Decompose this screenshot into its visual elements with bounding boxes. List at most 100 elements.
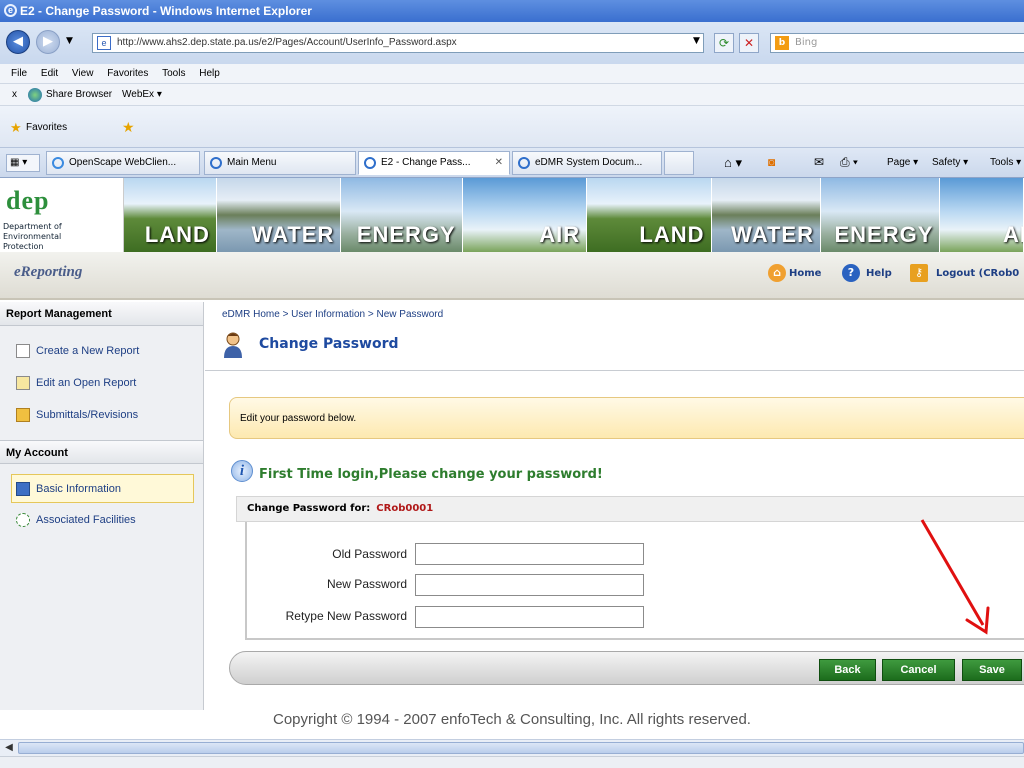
feeds-icon[interactable]: ◙ [768,155,775,169]
button-bar: Back Cancel Save [229,651,1024,685]
menu-bar: File Edit View Favorites Tools Help [0,64,1024,84]
retype-password-label: Retype New Password [285,609,407,623]
retype-password-field[interactable] [415,606,644,628]
change-password-for-bar: Change Password for: CRob0001 [236,496,1024,522]
safety-menu[interactable]: Safety ▾ [932,157,968,168]
facilities-icon [16,513,30,527]
menu-help[interactable]: Help [199,68,220,79]
help-link[interactable]: Help [866,268,892,279]
horizontal-scrollbar[interactable]: ◀ [0,739,1024,756]
banner-tile-energy-2: ENERGY [820,178,941,252]
forward-nav-icon[interactable]: ▶ [36,30,60,54]
new-password-field[interactable] [415,574,644,596]
favorites-star-icon: ★ [10,120,22,135]
menu-edit[interactable]: Edit [41,68,58,79]
sidebar-item-edit-report[interactable]: Edit an Open Report [16,375,136,391]
home-link[interactable]: Home [789,268,821,279]
user-id: CRob0001 [376,503,434,514]
quick-tabs-icon[interactable]: ▦ ▾ [6,154,40,172]
tab-main-menu[interactable]: Main Menu [204,151,356,175]
help-icon: ? [842,264,860,282]
dep-logo-text: dep [6,186,50,215]
tab-edmr-docs[interactable]: eDMR System Docum... [512,151,662,175]
address-url: http://www.ahs2.dep.state.pa.us/e2/Pages… [117,37,457,48]
logout-icon: ⚷ [910,264,928,282]
page-menu[interactable]: Page ▾ [887,157,918,168]
tab-openscape[interactable]: OpenScape WebClien... [46,151,200,175]
tab-icon [210,157,222,169]
share-browser-button[interactable]: Share Browser [46,84,112,106]
refresh-icon[interactable]: ⟳ [714,33,734,53]
window-title: E2 - Change Password - Windows Internet … [20,4,312,18]
old-password-label: Old Password [332,547,407,561]
password-form: Old Password New Password Retype New Pas… [245,522,1024,640]
search-input[interactable]: b Bing [770,33,1024,53]
links-toolbar: x Share Browser WebEx ▾ [0,84,1024,106]
app-header: eReporting ⌂ Home ? Help ⚷ Logout (CRob0 [0,252,1024,300]
add-favorite-icon[interactable]: ★ [122,119,135,136]
first-login-message: First Time login,Please change your pass… [259,467,603,482]
cancel-button[interactable]: Cancel [882,659,955,681]
sidebar-item-create-report[interactable]: Create a New Report [16,343,139,359]
bing-icon: b [775,36,789,50]
globe-icon [28,88,42,102]
breadcrumb[interactable]: eDMR Home > User Information > New Passw… [222,309,443,320]
new-tab-button[interactable] [664,151,694,175]
new-document-icon [16,344,30,358]
instruction-note: Edit your password below. [229,397,1024,439]
page-title: Change Password [259,336,399,352]
copyright-text: Copyright © 1994 - 2007 enfoTech & Consu… [273,711,751,728]
ie-icon: e [4,4,17,17]
address-input[interactable]: e http://www.ahs2.dep.state.pa.us/e2/Pag… [92,33,704,53]
banner-tile-land-2: LAND [587,178,712,252]
change-password-for-label: Change Password for: [247,503,371,514]
history-dropdown-icon[interactable]: ▼ [66,36,73,46]
tab-label: eDMR System Docum... [535,157,643,168]
banner-tile-energy: ENERGY [341,178,463,252]
print-icon[interactable]: ⎙ ▾ [840,155,858,170]
banner-tile-air-2: AI [940,178,1024,252]
tab-close-icon[interactable]: ✕ [495,152,503,174]
menu-view[interactable]: View [72,68,94,79]
menu-tools[interactable]: Tools [162,68,185,79]
mail-icon[interactable]: ✉ [814,155,824,169]
tab-label: Main Menu [227,157,277,168]
menu-favorites[interactable]: Favorites [107,68,148,79]
sidebar-item-associated-facilities[interactable]: Associated Facilities [16,512,136,528]
logout-link[interactable]: Logout (CRob0 [936,268,1019,279]
tab-bar: ▦ ▾ OpenScape WebClien... Main Menu E2 -… [0,148,1024,178]
dep-banner: dep Department of Environmental Protecti… [0,178,1024,252]
tab-change-password[interactable]: E2 - Change Pass... ✕ [358,151,510,175]
home-icon[interactable]: ⌂ ▾ [724,155,742,171]
submittals-icon [16,408,30,422]
address-dropdown-icon[interactable]: ▼ [693,36,700,46]
save-button[interactable]: Save [962,659,1022,681]
scrollbar-thumb[interactable] [18,742,1024,754]
toolbar-close-icon[interactable]: x [12,84,17,106]
favorites-button[interactable]: Favorites [26,122,67,133]
footer: Copyright © 1994 - 2007 enfoTech & Consu… [0,710,1024,734]
menu-file[interactable]: File [11,68,27,79]
page-icon: e [97,36,111,50]
stop-icon[interactable]: ✕ [739,33,759,53]
info-icon: i [231,460,253,482]
sidebar-item-submittals[interactable]: Submittals/Revisions [16,407,138,423]
scroll-left-icon[interactable]: ◀ [2,741,16,755]
banner-tile-air: AIR [462,178,588,252]
favorites-bar: ★ Favorites ★ [0,106,1024,148]
status-bar [0,756,1024,768]
app-logo: eReporting [14,264,83,280]
banner-tile-water-2: WATER [711,178,821,252]
window-title-bar: e E2 - Change Password - Windows Interne… [0,0,1024,22]
tools-menu[interactable]: Tools ▾ [990,157,1021,168]
webex-button[interactable]: WebEx ▾ [122,84,162,106]
new-password-label: New Password [326,577,407,591]
back-nav-icon[interactable]: ◀ [6,30,30,54]
sidebar-heading-my-account: My Account [0,440,203,464]
dep-logo-subtitle: Department of Environmental Protection [3,222,62,251]
page-header: Change Password [205,326,1024,371]
address-toolbar: ◀ ▶ ▼ e http://www.ahs2.dep.state.pa.us/… [0,22,1024,64]
back-button[interactable]: Back [819,659,876,681]
sidebar-item-basic-information[interactable]: Basic Information [16,481,121,497]
old-password-field[interactable] [415,543,644,565]
